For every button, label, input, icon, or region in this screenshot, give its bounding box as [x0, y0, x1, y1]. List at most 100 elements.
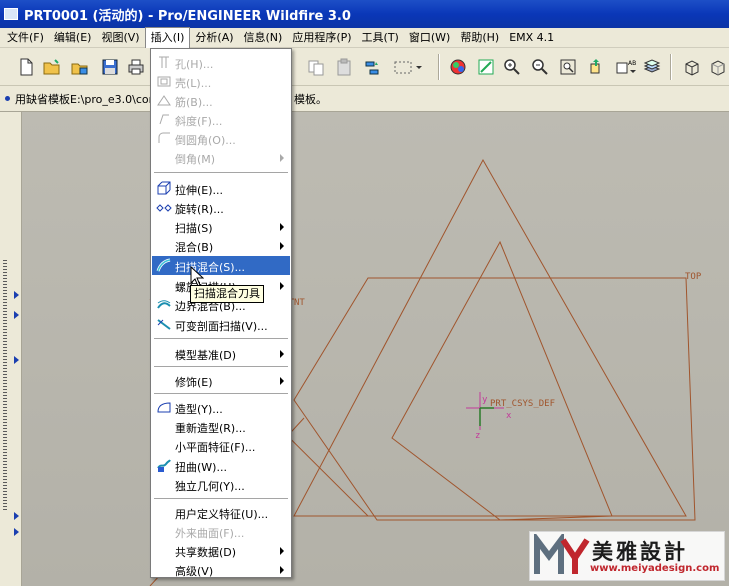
menu-window[interactable]: 窗口(W)	[404, 28, 455, 48]
hidden-line-icon[interactable]	[708, 57, 728, 77]
main-toolbar: AB	[0, 48, 729, 86]
layers-icon[interactable]	[642, 57, 662, 77]
menu-emx[interactable]: EMX 4.1	[504, 28, 559, 48]
menu-item-hole[interactable]: 孔(H)...	[152, 53, 290, 72]
menu-item-user-defined-feature[interactable]: 用户定义特征(U)...	[152, 503, 290, 522]
menu-item-independent-geometry[interactable]: 独立几何(Y)...	[152, 475, 290, 494]
app-icon	[4, 8, 18, 20]
boundary-blend-icon	[157, 300, 171, 309]
message-text-tail: 模板。	[294, 92, 327, 106]
reorient-icon[interactable]	[586, 57, 606, 77]
expand-arrow-icon[interactable]	[14, 528, 19, 536]
menu-item-facet-feature[interactable]: 小平面特征(F)...	[152, 436, 290, 455]
paste-icon[interactable]	[334, 57, 354, 77]
revolve-icon	[156, 204, 172, 212]
expand-arrow-icon[interactable]	[14, 291, 19, 299]
submenu-arrow-icon	[280, 242, 284, 250]
menu-item-swept-blend[interactable]: 扫描混合(S)...	[152, 256, 290, 275]
menu-applications[interactable]: 应用程序(P)	[287, 28, 356, 48]
refit-icon[interactable]	[558, 57, 578, 77]
menu-item-extrude[interactable]: 拉伸(E)...	[152, 179, 290, 198]
save-icon[interactable]	[100, 57, 120, 77]
menu-separator	[154, 498, 288, 500]
menu-item-sweep[interactable]: 扫描(S)	[152, 217, 290, 236]
wireframe-icon[interactable]	[682, 57, 702, 77]
submenu-arrow-icon	[280, 154, 284, 162]
message-text: 用缺省模板E:\pro_e3.0\cor	[15, 92, 154, 106]
menu-bar: 文件(F) 编辑(E) 视图(V) 插入(I) 分析(A) 信息(N) 应用程序…	[0, 27, 729, 48]
menu-item-blend[interactable]: 混合(B)	[152, 236, 290, 255]
menu-item-foreign-surface[interactable]: 外来曲面(F)...	[152, 522, 290, 541]
zoom-in-icon[interactable]	[502, 57, 522, 77]
watermark: 美雅設計 www.meiyadesign.com	[529, 531, 725, 581]
csys-x-label: x	[506, 411, 512, 421]
rib-icon	[157, 95, 171, 106]
print-icon[interactable]	[126, 57, 146, 77]
submenu-arrow-icon	[280, 350, 284, 358]
menu-item-restyle[interactable]: 重新造型(R)...	[152, 417, 290, 436]
repaint-icon[interactable]	[476, 57, 496, 77]
tooltip: 扫描混合刀具	[190, 285, 264, 303]
csys-y-label: y	[482, 395, 488, 405]
menu-help[interactable]: 帮助(H)	[455, 28, 504, 48]
menu-item-style[interactable]: 造型(Y)...	[152, 398, 290, 417]
menu-file[interactable]: 文件(F)	[2, 28, 49, 48]
menu-item-rib[interactable]: 筋(B)...	[152, 91, 290, 110]
watermark-url: www.meiyadesign.com	[590, 563, 720, 574]
menu-separator	[154, 338, 288, 340]
expand-arrow-icon[interactable]	[14, 512, 19, 520]
menu-item-revolve[interactable]: 旋转(R)...	[152, 198, 290, 217]
submenu-arrow-icon	[280, 223, 284, 231]
top-datum-label: TOP	[685, 272, 702, 282]
menu-item-round[interactable]: 倒圆角(O)...	[152, 129, 290, 148]
round-icon	[158, 132, 170, 143]
extrude-icon	[157, 181, 171, 195]
menu-item-shared-data[interactable]: 共享数据(D)	[152, 541, 290, 560]
menu-item-chamfer[interactable]: 倒角(M)	[152, 148, 290, 167]
menu-item-variable-section-sweep[interactable]: 可变剖面扫描(V)...	[152, 315, 290, 334]
selection-filter-icon[interactable]	[392, 57, 424, 77]
expand-arrow-icon[interactable]	[14, 311, 19, 319]
toolbar-separator	[438, 54, 440, 80]
menu-insert[interactable]: 插入(I)	[144, 27, 191, 48]
regenerate-icon[interactable]	[362, 57, 382, 77]
expand-arrow-icon[interactable]	[14, 356, 19, 364]
variable-section-sweep-icon	[157, 319, 171, 330]
menu-edit[interactable]: 编辑(E)	[49, 28, 97, 48]
left-side-strip	[0, 112, 22, 586]
shell-icon	[157, 76, 171, 87]
svg-text:AB: AB	[628, 60, 636, 67]
front-datum-label: NT	[294, 298, 305, 308]
message-bar: 用缺省模板E:\pro_e3.0\cor 模板。	[0, 86, 729, 112]
sash-handle[interactable]	[3, 260, 7, 510]
warp-icon	[157, 459, 171, 472]
csys-z-label: z	[475, 431, 480, 441]
style-icon	[157, 402, 171, 413]
open-folder-icon[interactable]	[42, 57, 62, 77]
watermark-logo-icon	[534, 534, 590, 574]
menu-item-cosmetic[interactable]: 修饰(E)	[152, 371, 290, 390]
front-datum-triangle	[293, 158, 687, 517]
menu-item-shell[interactable]: 壳(L)...	[152, 72, 290, 91]
menu-item-warp[interactable]: 扭曲(W)...	[152, 456, 290, 475]
menu-item-advanced[interactable]: 高级(V)	[152, 560, 290, 579]
graphics-window[interactable]: TOP NT PRT_CSYS_DEF x y z	[22, 112, 729, 586]
menu-view[interactable]: 视图(V)	[96, 28, 144, 48]
saved-views-icon[interactable]: AB	[614, 57, 638, 77]
submenu-arrow-icon	[280, 377, 284, 385]
insert-menu: 孔(H)... 壳(L)... 筋(B)... 斜度(F)... 倒圆角(O).…	[150, 48, 292, 578]
menu-separator	[154, 366, 288, 368]
appearance-icon[interactable]	[448, 57, 468, 77]
menu-analysis[interactable]: 分析(A)	[190, 28, 238, 48]
zoom-out-icon[interactable]	[530, 57, 550, 77]
menu-separator	[154, 172, 288, 174]
menu-item-draft[interactable]: 斜度(F)...	[152, 110, 290, 129]
right-datum-rhombus	[391, 240, 613, 521]
menu-info[interactable]: 信息(N)	[239, 28, 288, 48]
menu-item-model-datum[interactable]: 模型基准(D)	[152, 344, 290, 363]
copy-icon[interactable]	[306, 57, 326, 77]
open-session-icon[interactable]	[70, 57, 90, 77]
menu-tools[interactable]: 工具(T)	[357, 28, 404, 48]
submenu-arrow-icon	[280, 547, 284, 555]
new-file-icon[interactable]	[16, 57, 36, 77]
